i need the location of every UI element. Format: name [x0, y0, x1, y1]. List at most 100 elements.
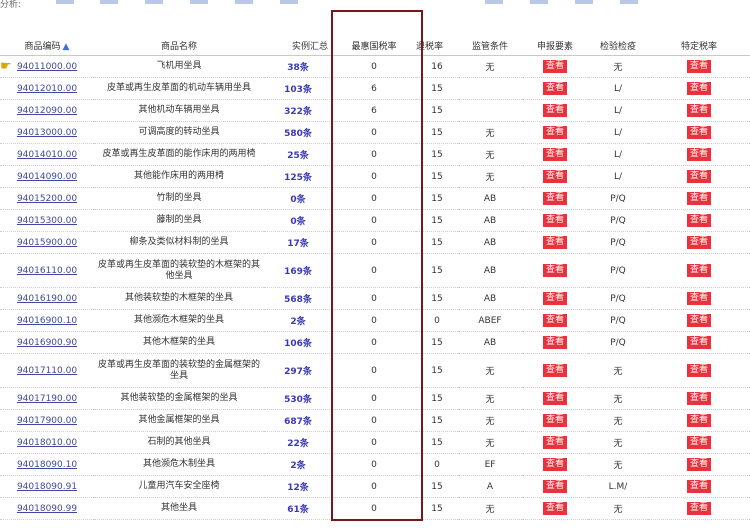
count-link[interactable]: 17条 [287, 239, 309, 249]
code-link[interactable]: 94012010.00 [17, 84, 77, 94]
toolbar-tab-1[interactable] [56, 0, 74, 4]
declare-view-button[interactable]: 查看 [542, 392, 567, 405]
count-link[interactable]: 687条 [284, 417, 312, 427]
declare-view-button[interactable]: 查看 [542, 292, 567, 305]
code-link[interactable]: 94016900.10 [17, 316, 77, 326]
table-row[interactable]: 94012090.00 其他机动车辆用坐具 322条 6 15 查看 L/查看 [0, 99, 750, 122]
declare-view-button[interactable]: 查看 [542, 236, 567, 249]
code-link[interactable]: 94012090.00 [17, 106, 77, 116]
declare-view-button[interactable]: 查看 [542, 314, 567, 327]
special-view-button[interactable]: 查看 [686, 60, 711, 73]
special-view-button[interactable]: 查看 [686, 336, 711, 349]
toolbar-tab-6[interactable] [280, 0, 298, 4]
table-row[interactable]: 94015200.00 竹制的坐具 0条 0 15 AB 查看 P/Q 查看 [0, 187, 750, 210]
special-view-button[interactable]: 查看 [686, 170, 711, 183]
special-view-button[interactable]: 查看 [686, 502, 711, 515]
special-view-button[interactable]: 查看 [686, 392, 711, 405]
table-row[interactable]: 94016900.90 其他木框架的坐具 106条 0 15 AB 查看 P/Q 查看 [0, 331, 750, 354]
declare-view-button[interactable]: 查看 [542, 214, 567, 227]
special-view-button[interactable]: 查看 [686, 148, 711, 161]
toolbar-tab-4[interactable] [190, 0, 208, 4]
declare-view-button[interactable]: 查看 [542, 60, 567, 73]
code-link[interactable]: 94013000.00 [17, 128, 77, 138]
table-row[interactable]: 94015300.00 藤制的坐具 0条 0 15 AB 查看 P/Q 查看 [0, 209, 750, 232]
count-link[interactable]: 125条 [284, 173, 312, 183]
declare-view-button[interactable]: 查看 [542, 264, 567, 277]
special-view-button[interactable]: 查看 [686, 82, 711, 95]
count-link[interactable]: 568条 [284, 295, 312, 305]
table-row[interactable]: 94016110.00 皮革或再生皮革面的装软垫的木框架的其他坐具 169条 0 15 A… [0, 253, 750, 288]
table-row[interactable]: 94017190.00 其他装软垫的金属框架的坐具 530条 0 15 无查看无查看 [0, 387, 750, 410]
declare-view-button[interactable]: 查看 [542, 480, 567, 493]
special-view-button[interactable]: 查看 [686, 480, 711, 493]
code-link[interactable]: 94015900.00 [17, 238, 77, 248]
count-link[interactable]: 580条 [284, 129, 312, 139]
count-link[interactable]: 0条 [290, 195, 305, 205]
count-link[interactable]: 322条 [284, 107, 312, 117]
table-row[interactable]: 94014090.00 其他能作床用的两用椅 125条 0 15 无 查看 L/查看 [0, 165, 750, 188]
count-link[interactable]: 0条 [290, 217, 305, 227]
table-row[interactable]: 94018090.99 其他坐具 61条 0 15 无查看无查看 [0, 497, 750, 520]
special-view-button[interactable]: 查看 [686, 104, 711, 117]
code-link[interactable]: 94018090.91 [17, 482, 77, 492]
toolbar-tab-7[interactable] [485, 0, 503, 4]
code-link[interactable]: 94014090.00 [17, 172, 77, 182]
count-link[interactable]: 106条 [284, 339, 312, 349]
count-link[interactable]: 22条 [287, 439, 309, 449]
declare-view-button[interactable]: 查看 [542, 502, 567, 515]
table-row[interactable]: 94015900.00 柳条及类似材料制的坐具 17条 0 15 AB 查看 P/Q 查看 [0, 231, 750, 254]
special-view-button[interactable]: 查看 [686, 436, 711, 449]
special-view-button[interactable]: 查看 [686, 314, 711, 327]
toolbar-tab-10[interactable] [620, 0, 638, 4]
table-row[interactable]: 94018010.00 石制的其他坐具 22条 0 15 无查看无查看 [0, 431, 750, 454]
toolbar-tab-8[interactable] [530, 0, 548, 4]
table-row[interactable]: 94018090.10 其他濒危木制坐具 2条 0 0 EF 查看无查看 [0, 453, 750, 476]
declare-view-button[interactable]: 查看 [542, 170, 567, 183]
code-link[interactable]: 94017190.00 [17, 394, 77, 404]
declare-view-button[interactable]: 查看 [542, 414, 567, 427]
special-view-button[interactable]: 查看 [686, 264, 711, 277]
table-row[interactable]: 94018090.91 儿童用汽车安全座椅 12条 0 15 A 查看 L.M/查看 [0, 475, 750, 498]
declare-view-button[interactable]: 查看 [542, 148, 567, 161]
declare-view-button[interactable]: 查看 [542, 436, 567, 449]
code-link[interactable]: 94017110.00 [17, 366, 77, 376]
count-link[interactable]: 61条 [287, 505, 309, 515]
special-view-button[interactable]: 查看 [686, 414, 711, 427]
count-link[interactable]: 2条 [290, 317, 305, 327]
table-row[interactable]: 94016900.10 其他濒危木框架的坐具 2条 0 0 ABEF 查看 P/Q 查看 [0, 309, 750, 332]
table-row[interactable]: 94017110.00 皮革或再生皮革面的装软垫的金属框架的坐具 297条 0 15 无查… [0, 353, 750, 388]
table-row[interactable]: 94014010.00 皮革或再生皮革面的能作床用的两用椅 25条 0 15 无 查看 L/查… [0, 143, 750, 166]
table-row[interactable]: 94017900.00 其他金属框架的坐具 687条 0 15 无查看无查看 [0, 409, 750, 432]
special-view-button[interactable]: 查看 [686, 458, 711, 471]
table-row[interactable]: 94013000.00 可调高度的转动坐具 580条 0 15 无 查看 L/查看 [0, 121, 750, 144]
count-link[interactable]: 297条 [284, 367, 312, 377]
table-row[interactable]: 94016190.00 其他装软垫的木框架的坐具 568条 0 15 AB 查看 P/Q 查看 [0, 287, 750, 310]
code-link[interactable]: 94015300.00 [17, 216, 77, 226]
code-link[interactable]: 94014010.00 [17, 150, 77, 160]
code-link[interactable]: 94016110.00 [17, 266, 77, 276]
count-link[interactable]: 12条 [287, 483, 309, 493]
special-view-button[interactable]: 查看 [686, 192, 711, 205]
code-link[interactable]: 94017900.00 [17, 416, 77, 426]
special-view-button[interactable]: 查看 [686, 126, 711, 139]
code-link[interactable]: 94016190.00 [17, 294, 77, 304]
code-link[interactable]: 94015200.00 [17, 194, 77, 204]
special-view-button[interactable]: 查看 [686, 214, 711, 227]
toolbar-tab-9[interactable] [575, 0, 593, 4]
special-view-button[interactable]: 查看 [686, 364, 711, 377]
toolbar-tab-2[interactable] [100, 0, 118, 4]
table-row[interactable]: 94012010.00 皮革或再生皮革面的机动车辆用坐具 103条 6 15 查看 L/查看 [0, 77, 750, 100]
count-link[interactable]: 38条 [287, 63, 309, 73]
declare-view-button[interactable]: 查看 [542, 104, 567, 117]
declare-view-button[interactable]: 查看 [542, 82, 567, 95]
toolbar-tab-3[interactable] [145, 0, 163, 4]
declare-view-button[interactable]: 查看 [542, 458, 567, 471]
count-link[interactable]: 169条 [284, 267, 312, 277]
col-header-code[interactable]: 商品编码 ▲ [0, 35, 94, 56]
count-link[interactable]: 25条 [287, 151, 309, 161]
count-link[interactable]: 2条 [290, 461, 305, 471]
code-link[interactable]: 94018010.00 [17, 438, 77, 448]
code-link[interactable]: 94018090.99 [17, 504, 77, 514]
code-link[interactable]: 94018090.10 [17, 460, 77, 470]
declare-view-button[interactable]: 查看 [542, 364, 567, 377]
